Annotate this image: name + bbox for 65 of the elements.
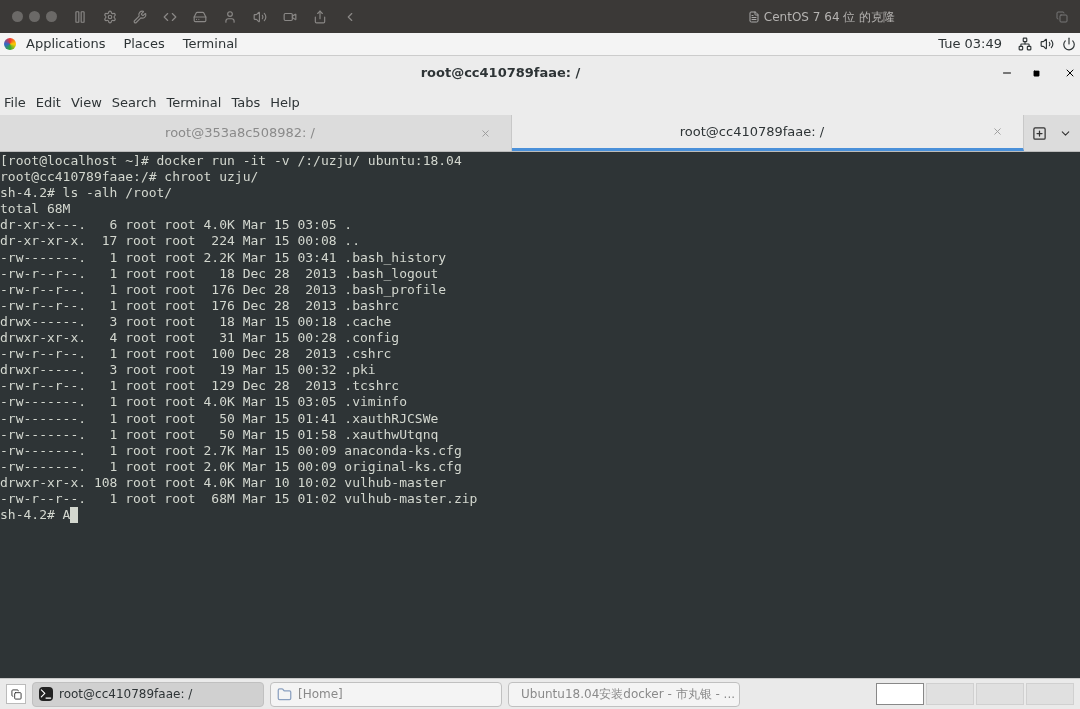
close-icon[interactable]	[1064, 67, 1076, 79]
terminal-line: sh-4.2# A	[0, 507, 71, 524]
terminal-line: sh-4.2# ls -alh /root/	[0, 185, 173, 202]
power-icon[interactable]	[1062, 37, 1076, 51]
terminal-line: -rw-r--r--. 1 root root 18 Dec 28 2013 .bash_logout	[0, 265, 439, 282]
terminal-line: [root@localhost ~]# docker run -it -v /:/uzju/ ubuntu:18.04	[0, 153, 462, 170]
window-control-icon[interactable]	[29, 11, 40, 22]
menu-item[interactable]: Help	[270, 92, 300, 113]
speaker-icon[interactable]	[253, 9, 267, 24]
document-icon	[747, 10, 760, 23]
terminal-line: -rw-r--r--. 1 root root 68M Mar 15 01:02 vulhub-master.zip	[0, 490, 478, 508]
window-control-icon[interactable]	[12, 11, 23, 22]
terminal-line: -rw-------. 1 root root 50 Mar 15 01:58 .xauthwUtqnq	[0, 426, 439, 443]
terminal-line: -rw-------. 1 root root 2.2K Mar 15 03:41 .bash_history	[0, 249, 447, 266]
workspace-switcher[interactable]	[976, 683, 1024, 705]
top-bar-menu[interactable]: Applications	[26, 34, 106, 54]
menu-item[interactable]: Edit	[35, 92, 61, 113]
new-tab-icon[interactable]	[1032, 125, 1047, 141]
terminal-line: -rw-------. 1 root root 2.0K Mar 15 00:09 original-ks.cfg	[0, 458, 462, 475]
pause-icon[interactable]	[73, 9, 87, 24]
fullscreen-icon[interactable]	[1056, 10, 1068, 23]
menu-item[interactable]: Terminal	[166, 92, 222, 113]
vm-title: CentOS 7 64 位 的克隆	[763, 8, 896, 26]
terminal-icon	[39, 687, 53, 701]
maximize-icon[interactable]	[1033, 69, 1040, 77]
workspace-switcher[interactable]	[1026, 683, 1074, 705]
top-bar-menu[interactable]: Places	[123, 34, 165, 54]
terminal-line: drwxr-xr-x. 4 root root 31 Mar 15 00:28 .config	[0, 330, 400, 347]
workspace-switcher[interactable]	[876, 683, 924, 705]
folder-icon	[277, 686, 292, 702]
network-icon[interactable]	[1018, 37, 1032, 51]
terminal-line: -rw-r--r--. 1 root root 176 Dec 28 2013 .bashrc	[0, 297, 400, 314]
menu-item[interactable]: File	[4, 92, 26, 113]
terminal-line: -rw-------. 1 root root 4.0K Mar 15 03:05 .viminfo	[0, 394, 407, 411]
person-icon[interactable]	[223, 9, 237, 24]
show-desktop-button[interactable]	[6, 684, 26, 704]
drive-icon[interactable]	[193, 9, 207, 24]
windows-icon	[10, 688, 22, 700]
clock[interactable]: Tue 03:49	[938, 34, 1002, 54]
tab[interactable]: root@cc410789faae: /	[512, 115, 1024, 151]
gnome-logo-icon	[4, 38, 16, 50]
terminal-line: total 68M	[0, 201, 71, 218]
terminal-line: drwxr-----. 3 root root 19 Mar 15 00:32 .pki	[0, 362, 376, 379]
wrench-icon[interactable]	[133, 9, 147, 24]
terminal-line: -rw-r--r--. 1 root root 176 Dec 28 2013 .bash_profile	[0, 281, 447, 298]
menu-item[interactable]: View	[70, 92, 102, 113]
settings-icon[interactable]	[103, 9, 117, 24]
terminal-line: -rw-r--r--. 1 root root 129 Dec 28 2013 .tcshrc	[0, 378, 400, 395]
share-icon[interactable]	[313, 9, 327, 24]
terminal-line: root@cc410789faae:/# chroot uzju/	[0, 169, 259, 186]
menu-item[interactable]: Search	[111, 92, 157, 113]
window-title: root@cc410789faae: /	[420, 64, 581, 83]
window-control-icon[interactable]	[46, 11, 57, 22]
terminal-line: dr-xr-xr-x. 17 root root 224 Mar 15 00:08 ..	[0, 233, 361, 250]
terminal-line: -rw-------. 1 root root 2.7K Mar 15 00:09 anaconda-ks.cfg	[0, 442, 462, 459]
terminal-line: -rw-------. 1 root root 50 Mar 15 01:41 .xauthRJCSWe	[0, 410, 439, 427]
taskbar-button[interactable]: root@cc410789faae: /	[32, 681, 264, 707]
top-bar-menu[interactable]: Terminal	[182, 34, 238, 54]
terminal-line: dr-xr-x---. 6 root root 4.0K Mar 15 03:05 .	[0, 217, 353, 234]
menu-item[interactable]: Tabs	[231, 92, 261, 113]
terminal-line: -rw-r--r--. 1 root root 100 Dec 28 2013 .cshrc	[0, 346, 392, 363]
terminal-line: drwx------. 3 root root 18 Mar 15 00:18 .cache	[0, 313, 392, 331]
terminal-line: drwxr-xr-x. 108 root root 4.0K Mar 10 10:02 vulhub-master	[0, 474, 447, 491]
workspace-switcher[interactable]	[926, 683, 974, 705]
volume-icon[interactable]	[1040, 37, 1054, 51]
